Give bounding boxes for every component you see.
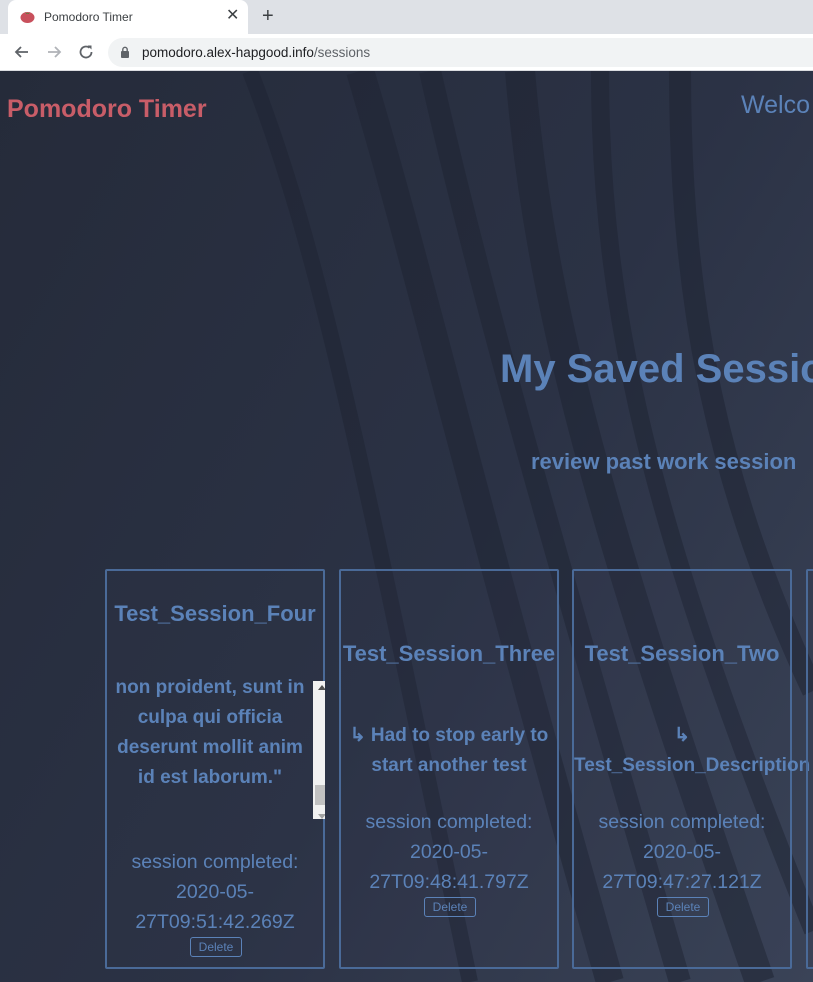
session-card: Test_Session_Three ↳ Had to stop early t… — [339, 569, 559, 969]
delete-button[interactable]: Delete — [657, 897, 709, 917]
session-date-line1: 2020-05- — [642, 841, 722, 863]
scrollbar-thumb[interactable] — [315, 785, 325, 805]
session-card: Test_Session_Two ↳ Test_Session_Descript… — [572, 569, 811, 969]
session-name: Test_Session_Two — [584, 641, 780, 666]
scroll-down-arrow-icon[interactable] — [318, 814, 325, 819]
session-name: Test_Session_Four — [114, 601, 316, 626]
url-text: pomodoro.alex-hapgood.info/sessions — [142, 45, 370, 60]
delete-button[interactable]: Delete — [424, 897, 476, 917]
session-date-line1: 2020-05- — [175, 881, 255, 903]
brand-logo-text[interactable]: Pomodoro Timer — [7, 95, 207, 124]
delete-button[interactable]: Delete — [190, 937, 242, 957]
tomato-icon — [20, 12, 35, 23]
session-card-partial — [806, 569, 813, 969]
session-date-line1: 2020-05- — [409, 841, 489, 863]
forward-icon[interactable] — [43, 41, 65, 63]
session-completed-label: session completed: — [598, 811, 766, 833]
welcome-message: Welco — [741, 91, 811, 119]
browser-tab[interactable]: Pomodoro Timer ✕ — [8, 0, 248, 34]
url-path: /sessions — [313, 45, 371, 60]
url-host: pomodoro.alex-hapgood.info — [142, 45, 314, 60]
session-completed-label: session completed: — [365, 811, 533, 833]
session-card: Test_Session_Four non proident, sunt in … — [105, 569, 325, 969]
session-date-line2: 27T09:48:41.797Z — [369, 871, 529, 893]
session-description-line1: ↳ — [674, 725, 690, 746]
session-date-line2: 27T09:47:27.121Z — [602, 871, 762, 893]
page-title: My Saved Sessio — [500, 347, 813, 391]
new-tab-icon[interactable]: + — [262, 6, 274, 26]
browser-toolbar: pomodoro.alex-hapgood.info/sessions — [0, 34, 813, 71]
address-bar[interactable]: pomodoro.alex-hapgood.info/sessions — [108, 38, 813, 67]
back-icon[interactable] — [11, 41, 33, 63]
session-description-line1: ↳ Had to stop early to — [349, 725, 549, 746]
session-description-scrollbox[interactable]: non proident, sunt in culpa qui officia … — [115, 677, 325, 819]
reload-icon[interactable] — [75, 41, 97, 63]
session-description: non proident, sunt in culpa qui officia … — [115, 677, 305, 788]
page-content: Pomodoro Timer Welco My Saved Sessio rev… — [0, 71, 813, 982]
session-description-line2: Test_Session_Description — [574, 755, 811, 776]
scroll-up-arrow-icon[interactable] — [318, 685, 325, 690]
session-date-line2: 27T09:51:42.269Z — [135, 911, 295, 933]
tab-title: Pomodoro Timer — [44, 10, 133, 24]
lock-icon[interactable] — [120, 46, 130, 58]
session-completed-label: session completed: — [131, 851, 299, 873]
browser-tab-strip: Pomodoro Timer ✕ + — [0, 0, 813, 34]
scrollbar[interactable] — [313, 681, 325, 819]
close-tab-icon[interactable]: ✕ — [226, 8, 239, 24]
session-name: Test_Session_Three — [342, 641, 556, 666]
session-description-line2: start another test — [371, 755, 527, 776]
page-subtitle: review past work session — [531, 449, 797, 474]
